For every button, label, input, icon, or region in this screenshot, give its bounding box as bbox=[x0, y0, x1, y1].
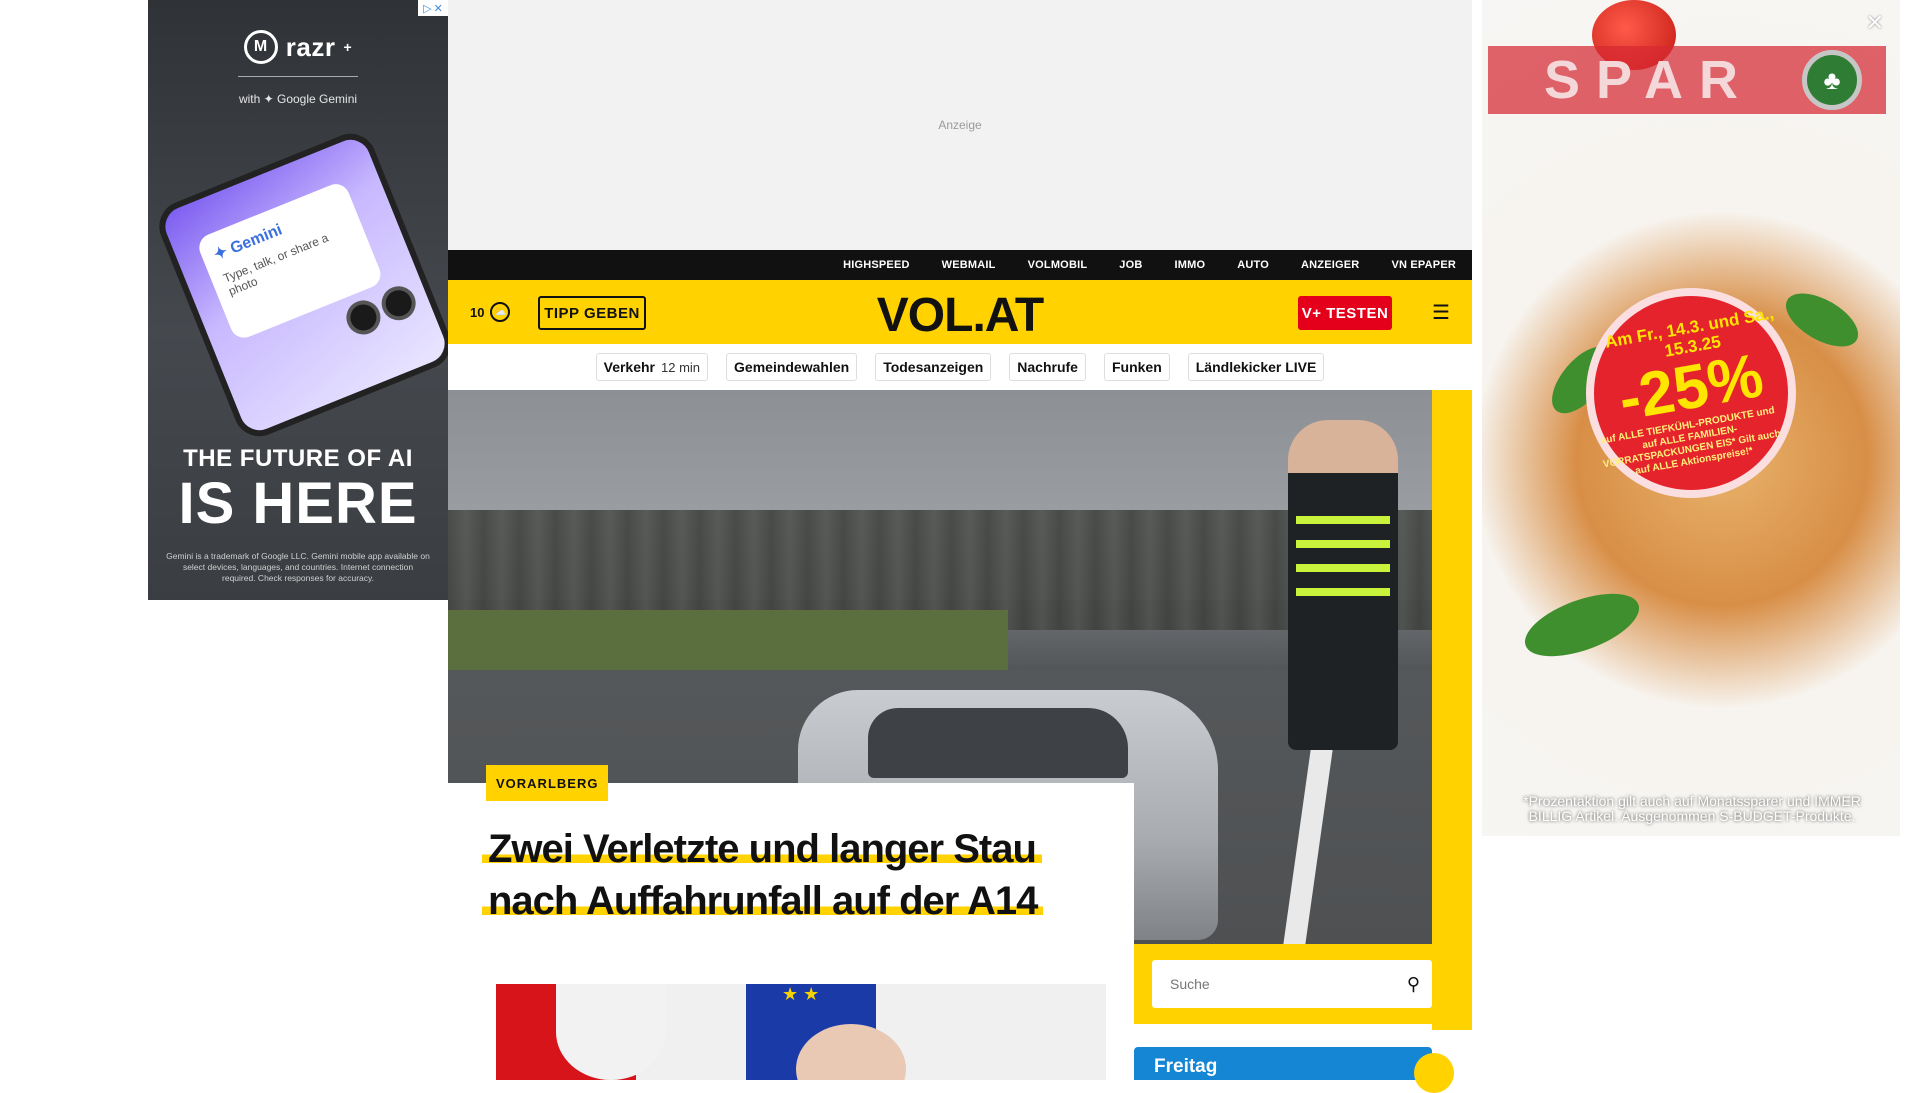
lead-article-card[interactable]: VORARLBERG Zwei Verletzte und langer Sta… bbox=[448, 765, 1134, 983]
top-navigation: HIGHSPEED WEBMAIL VOLMOBIL JOB IMMO AUTO… bbox=[448, 250, 1472, 280]
basil-leaf-image bbox=[1777, 282, 1867, 358]
article-headline[interactable]: Zwei Verletzte und langer Stau nach Auff… bbox=[482, 823, 1102, 927]
quicklink-nachrufe[interactable]: Nachrufe bbox=[1009, 353, 1086, 381]
v-plus-testen-button[interactable]: V+ TESTEN bbox=[1298, 296, 1392, 330]
firefighter-image bbox=[1288, 420, 1398, 750]
quicklinks-bar: Verkehr 12 min Gemeindewahlen Todesanzei… bbox=[448, 344, 1472, 390]
topnav-auto[interactable]: AUTO bbox=[1237, 259, 1269, 271]
search-icon[interactable]: ⚲ bbox=[1407, 974, 1420, 995]
spar-logo: SPAR bbox=[1544, 50, 1755, 110]
date-widget[interactable]: Freitag bbox=[1134, 1047, 1454, 1093]
hero-yellow-frame bbox=[1432, 390, 1472, 1030]
article-kicker[interactable]: VORARLBERG bbox=[486, 765, 609, 801]
temperature: 10 bbox=[470, 304, 485, 320]
quicklink-meta: 12 min bbox=[661, 359, 701, 375]
topnav-anzeiger[interactable]: ANZEIGER bbox=[1301, 259, 1359, 271]
topnav-job[interactable]: JOB bbox=[1119, 259, 1142, 271]
adchoices-icon[interactable]: ▷ ✕ bbox=[418, 0, 448, 16]
site-header: 10 ⛅ TIPP GEBEN VOL.AT V+ TESTEN ☰ bbox=[448, 280, 1472, 344]
basil-leaf-image bbox=[1517, 580, 1647, 670]
ad-brand-name: razr bbox=[285, 31, 336, 62]
quicklink-label: Verkehr bbox=[603, 359, 655, 375]
quicklink-verkehr[interactable]: Verkehr 12 min bbox=[595, 353, 709, 381]
ad-phone-image: ✦ Gemini Type, talk, or share a photo bbox=[151, 126, 448, 444]
quicklink-label: Todesanzeigen bbox=[883, 359, 984, 375]
hi-vis-vest bbox=[1296, 500, 1390, 610]
quicklink-label: Gemeindewahlen bbox=[734, 359, 850, 375]
ad-razr-skyscraper[interactable]: ▷ ✕ M razr + with ✦ Google Gemini ✦ Gemini… bbox=[148, 0, 448, 600]
spar-tree-icon: ♣ bbox=[1802, 50, 1862, 110]
ad-headline-2: IS HERE bbox=[178, 471, 418, 536]
quicklink-laendlekicker-live[interactable]: Ländlekicker LIVE bbox=[1187, 353, 1325, 381]
motorola-logo-icon: M bbox=[243, 30, 278, 64]
topnav-vn-epaper[interactable]: VN EPAPER bbox=[1391, 259, 1456, 271]
weather-sun-icon bbox=[1414, 1053, 1454, 1093]
ad-spar-banner: SPAR ♣ bbox=[1488, 46, 1886, 114]
topnav-volmobil[interactable]: VOLMOBIL bbox=[1028, 259, 1088, 271]
ad-leaderboard-slot[interactable]: Anzeige bbox=[448, 0, 1472, 250]
search-input[interactable] bbox=[1170, 976, 1407, 992]
search-box[interactable]: ⚲ bbox=[1152, 960, 1432, 1008]
quicklink-todesanzeigen[interactable]: Todesanzeigen bbox=[875, 353, 992, 381]
topnav-webmail[interactable]: WEBMAIL bbox=[942, 259, 996, 271]
quicklink-funken[interactable]: Funken bbox=[1103, 353, 1170, 381]
close-icon[interactable]: ✕ bbox=[1866, 10, 1884, 36]
ad-brand: M razr + bbox=[148, 30, 448, 64]
weather-widget[interactable]: 10 ⛅ bbox=[470, 302, 511, 322]
ad-disclaimer: Gemini is a trademark of Google LLC. Gem… bbox=[166, 551, 430, 583]
ad-spar-skyscraper[interactable]: ✕ SPAR ♣ Am Fr., 14.3. und Sa., 15.3.25 … bbox=[1482, 0, 1900, 836]
ad-fine-print: *Prozentaktion gilt auch auf Monatsspare… bbox=[1523, 793, 1861, 824]
tipp-geben-button[interactable]: TIPP GEBEN bbox=[538, 296, 646, 330]
ad-label: Anzeige bbox=[938, 118, 982, 132]
headline-line-2: nach Auffahrunfall auf der A14 bbox=[482, 879, 1044, 923]
ad-headline-1: THE FUTURE OF AI bbox=[183, 445, 413, 472]
quicklink-gemeindewahlen[interactable]: Gemeindewahlen bbox=[726, 353, 858, 381]
teaser-article-image[interactable]: ★ ★ bbox=[496, 984, 1106, 1080]
quicklink-label: Ländlekicker LIVE bbox=[1195, 359, 1317, 375]
quicklink-label: Funken bbox=[1111, 359, 1162, 375]
menu-search-icon[interactable]: ☰ bbox=[1428, 300, 1454, 324]
sidebar-search: ⚲ bbox=[1134, 944, 1472, 1024]
quicklink-label: Nachrufe bbox=[1017, 359, 1078, 375]
cloud-sun-icon: ⛅ bbox=[490, 302, 511, 322]
discount-badge: Am Fr., 14.3. und Sa., 15.3.25 -25% auf … bbox=[1586, 288, 1796, 498]
ad-divider bbox=[238, 76, 358, 77]
date-label: Freitag bbox=[1154, 1056, 1218, 1077]
headline-line-1: Zwei Verletzte und langer Stau bbox=[482, 827, 1042, 871]
topnav-immo[interactable]: IMMO bbox=[1174, 259, 1205, 271]
topnav-highspeed[interactable]: HIGHSPEED bbox=[843, 259, 910, 271]
ad-brand-sup: + bbox=[343, 39, 353, 55]
car-windshield bbox=[868, 708, 1128, 778]
ad-with-gemini: with ✦ Google Gemini bbox=[238, 92, 358, 106]
eagle-emblem-image bbox=[556, 984, 666, 1080]
